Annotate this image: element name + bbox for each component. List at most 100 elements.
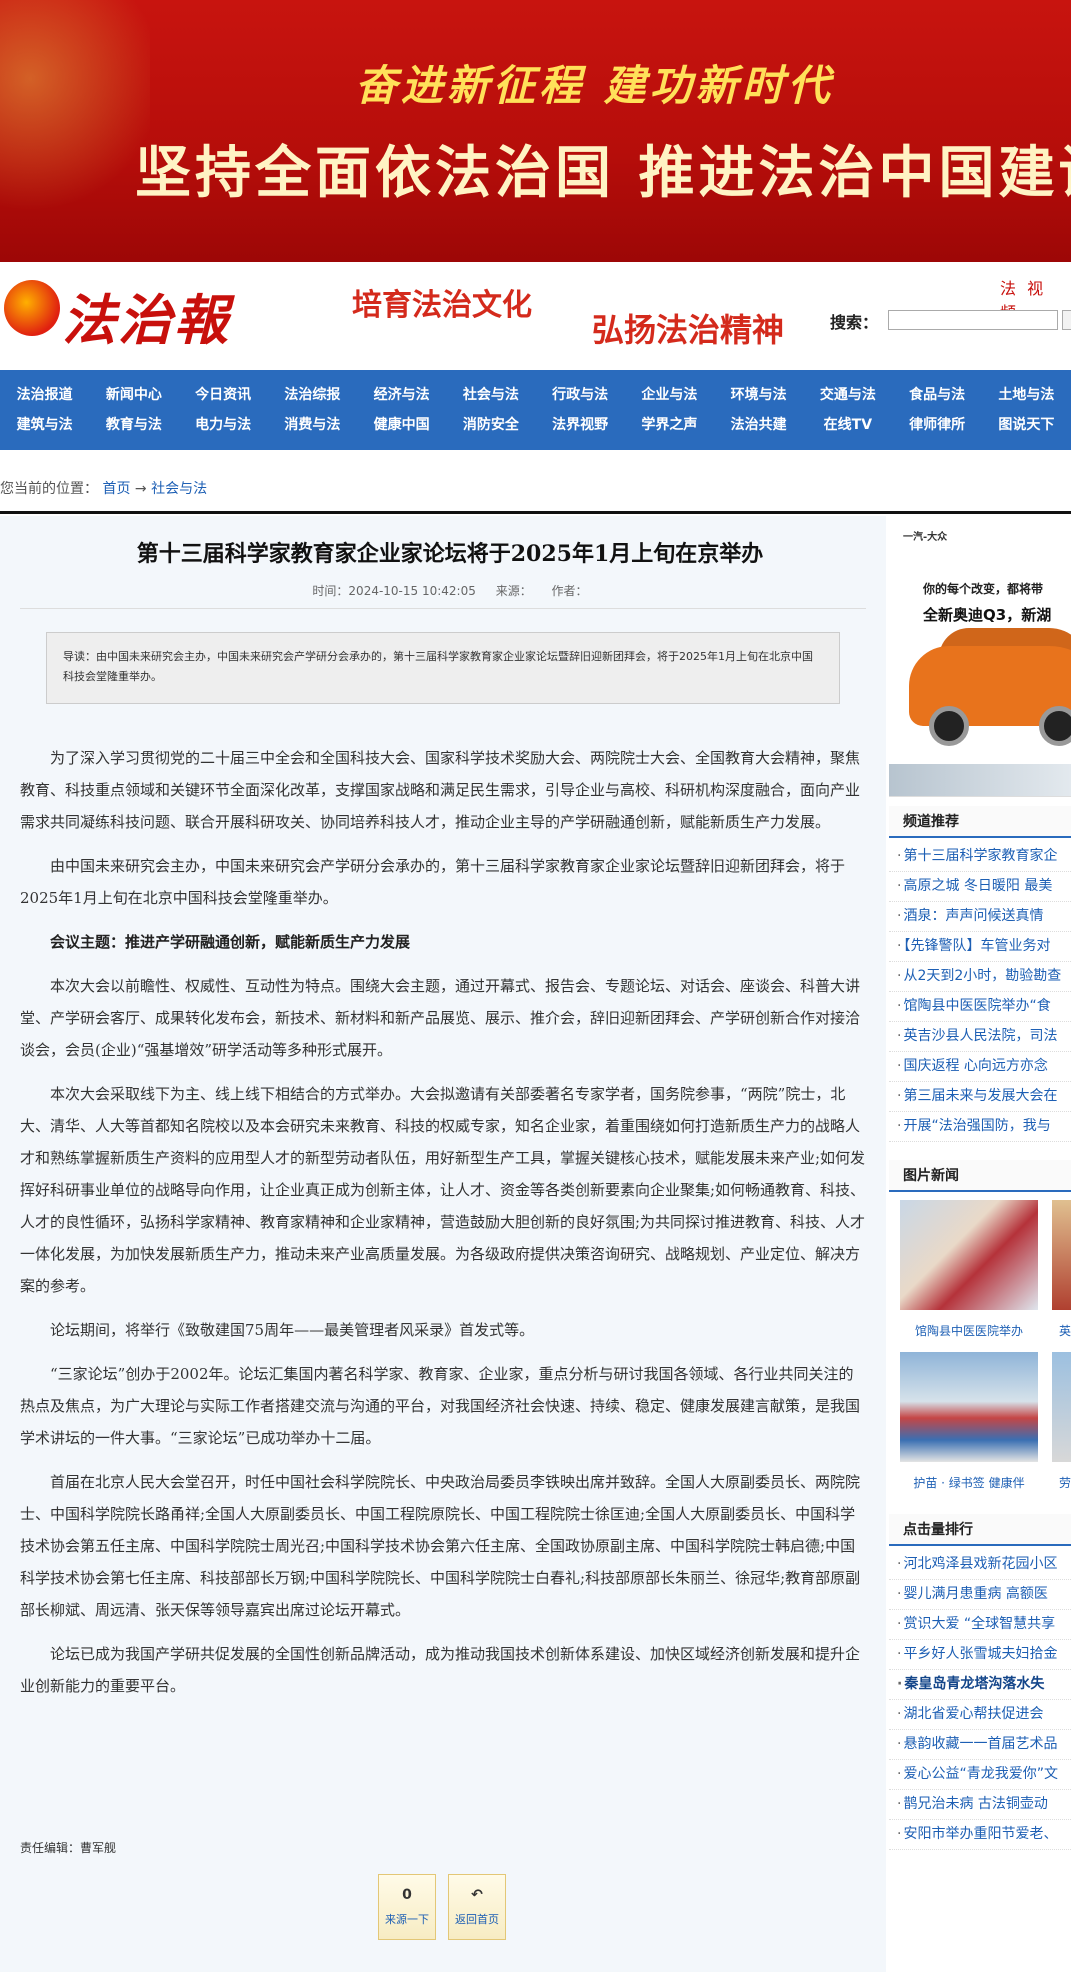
top-banner: 奋进新征程 建功新时代 坚持全面依法治国 推进法治中国建设 bbox=[0, 0, 1071, 262]
nav-item[interactable]: 行政与法 bbox=[536, 380, 625, 410]
banner-line1: 奋进新征程 建功新时代 bbox=[355, 61, 834, 110]
list-item[interactable]: 国庆返程 心向远方亦念 bbox=[889, 1052, 1071, 1082]
prev-icon: 0 bbox=[402, 1887, 412, 1903]
nav-item[interactable]: 法治综报 bbox=[268, 380, 357, 410]
header-slogan-right: 弘扬法治精神 bbox=[592, 311, 785, 349]
article-paragraph: 论坛期间，将举行《致敬建国75周年——最美管理者风采录》首发式等。 bbox=[50, 1321, 535, 1339]
banner-ornament bbox=[0, 0, 150, 262]
channel-recommend-list: 第十三届科学家教育家企 高原之城 冬日暖阳 最美 酒泉：声声问候送真情 【先锋警… bbox=[889, 842, 1071, 1142]
picture-news-caption[interactable]: 英 bbox=[1000, 1322, 1071, 1339]
article-paragraph: 论坛已成为我国产学研共促发展的全国性创新品牌活动，成为推动我国技术创新体系建设、… bbox=[20, 1645, 861, 1695]
back-home-label: 返回首页 bbox=[455, 1913, 499, 1926]
list-item[interactable]: 平乡好人张雪城夫妇拾金 bbox=[889, 1640, 1071, 1670]
nav-row-2: 建筑与法 教育与法 电力与法 消费与法 健康中国 消防安全 法界视野 学界之声 … bbox=[0, 410, 1071, 440]
article-paragraph: “三家论坛”创办于2002年。论坛汇集国内著名科学家、教育家、企业家，重点分析与… bbox=[20, 1365, 861, 1447]
sidebar-ad[interactable]: 一汽-大众 你的每个改变，都将带 全新奥迪Q3，新湖 bbox=[889, 516, 1071, 797]
nav-item[interactable]: 在线TV bbox=[803, 410, 892, 440]
nav-item[interactable]: 法治共建 bbox=[714, 410, 803, 440]
list-item[interactable]: 婴儿满月患重病 高额医 bbox=[889, 1580, 1071, 1610]
list-item[interactable]: 英吉沙县人民法院，司法 bbox=[889, 1022, 1071, 1052]
header-slogan-left: 培育法治文化 bbox=[352, 288, 532, 323]
search-input[interactable] bbox=[888, 310, 1058, 330]
article-paragraph: 本次大会采取线下为主、线上线下相结合的方式举办。大会拟邀请有关部委著名专家学者，… bbox=[20, 1085, 866, 1295]
ad-wheel-icon bbox=[929, 706, 969, 746]
list-item[interactable]: 河北鸡泽县戏新花园小区 bbox=[889, 1550, 1071, 1580]
nav-item[interactable]: 学界之声 bbox=[625, 410, 714, 440]
logo-emblem-icon bbox=[4, 280, 60, 336]
ad-text-1: 你的每个改变，都将带 bbox=[923, 582, 1044, 596]
breadcrumb-prefix: 您当前的位置： bbox=[0, 481, 98, 497]
list-item[interactable]: 秦皇岛青龙塔沟落水失 bbox=[889, 1670, 1071, 1700]
list-item[interactable]: 从2天到2小时，勘验勘查 bbox=[889, 962, 1071, 992]
channel-recommend-header: 频道推荐 bbox=[889, 806, 1071, 838]
list-item[interactable]: 安阳市举办重阳节爱老、 bbox=[889, 1820, 1071, 1850]
nav-item[interactable]: 法治报道 bbox=[0, 380, 89, 410]
picture-news-header: 图片新闻 bbox=[889, 1160, 1071, 1192]
nav-item[interactable]: 消费与法 bbox=[268, 410, 357, 440]
picture-news-thumbnail[interactable] bbox=[900, 1200, 1038, 1310]
article-editor: 责任编辑：曹军舰 bbox=[20, 1841, 117, 1855]
search-label: 搜索： bbox=[830, 313, 879, 332]
ad-wheel-icon bbox=[1039, 706, 1071, 746]
article-time: 时间：2024-10-15 10:42:05 bbox=[312, 584, 476, 598]
list-item[interactable]: 悬韵收藏一一首届艺术品 bbox=[889, 1730, 1071, 1760]
nav-item[interactable]: 律师律所 bbox=[893, 410, 982, 440]
nav-row-1: 法治报道 新闻中心 今日资讯 法治综报 经济与法 社会与法 行政与法 企业与法 … bbox=[0, 380, 1071, 410]
list-item[interactable]: 第十三届科学家教育家企 bbox=[889, 842, 1071, 872]
article-summary: 导读：由中国未来研究会主办，中国未来研究会产学研分会承办的，第十三届科学家教育家… bbox=[46, 632, 840, 704]
top-clicks-list: 河北鸡泽县戏新花园小区 婴儿满月患重病 高额医 赏识大爱 “全球智慧共享 平乡好… bbox=[889, 1550, 1071, 1850]
article-author: 作者： bbox=[551, 584, 588, 598]
nav-item[interactable]: 食品与法 bbox=[893, 380, 982, 410]
prev-page-button[interactable]: 0 来源一下 bbox=[378, 1874, 436, 1940]
picture-news-thumbnail[interactable] bbox=[900, 1352, 1038, 1462]
list-item[interactable]: 爱心公益“青龙我爱你”文 bbox=[889, 1760, 1071, 1790]
list-item[interactable]: 酒泉：声声问候送真情 bbox=[889, 902, 1071, 932]
picture-news-thumbnail[interactable] bbox=[1052, 1352, 1071, 1462]
nav-item[interactable]: 消防安全 bbox=[446, 410, 535, 440]
picture-news-caption[interactable]: 劳 bbox=[1000, 1474, 1071, 1491]
list-item[interactable]: 馆陶县中医医院举办“食 bbox=[889, 992, 1071, 1022]
article-theme: 会议主题：推进产学研融通创新，赋能新质生产力发展 bbox=[50, 933, 411, 951]
article-title: 第十三届科学家教育家企业家论坛将于2025年1月上旬在京举办 bbox=[136, 541, 764, 567]
breadcrumb-home-link[interactable]: 首页 bbox=[102, 481, 130, 497]
nav-item[interactable]: 经济与法 bbox=[357, 380, 446, 410]
banner-line2: 坚持全面依法治国 推进法治中国建设 bbox=[135, 140, 1071, 206]
nav-item[interactable]: 交通与法 bbox=[803, 380, 892, 410]
list-item[interactable]: 第三届未来与发展大会在 bbox=[889, 1082, 1071, 1112]
list-item[interactable]: 开展“法治强国防，我与 bbox=[889, 1112, 1071, 1142]
main-nav: 法治报道 新闻中心 今日资讯 法治综报 经济与法 社会与法 行政与法 企业与法 … bbox=[0, 370, 1071, 450]
ad-text-2: 全新奥迪Q3，新湖 bbox=[923, 606, 1052, 624]
nav-item[interactable]: 教育与法 bbox=[89, 410, 178, 440]
site-logo[interactable]: 法治報道 bbox=[4, 272, 276, 431]
nav-item[interactable]: 健康中国 bbox=[357, 410, 446, 440]
nav-item[interactable]: 法界视野 bbox=[536, 410, 625, 440]
top-clicks-header: 点击量排行 bbox=[889, 1514, 1071, 1546]
content-divider bbox=[0, 511, 1071, 514]
search-button[interactable] bbox=[1062, 310, 1071, 330]
nav-item[interactable]: 图说天下 bbox=[982, 410, 1071, 440]
list-item[interactable]: 鹊兄治未病 古法铜壶动 bbox=[889, 1790, 1071, 1820]
nav-item[interactable]: 今日资讯 bbox=[179, 380, 268, 410]
back-home-button[interactable]: ↶ 返回首页 bbox=[448, 1874, 506, 1940]
article-paragraph: 为了深入学习贯彻党的二十届三中全会和全国科技大会、国家科学技术奖励大会、两院院士… bbox=[20, 749, 861, 831]
article-source: 来源： bbox=[495, 584, 532, 598]
article-paragraph: 首届在北京人民大会堂召开，时任中国社会科学院院长、中央政治局委员李铁映出席并致辞… bbox=[20, 1473, 861, 1619]
prev-label: 来源一下 bbox=[385, 1913, 429, 1926]
nav-item[interactable]: 土地与法 bbox=[982, 380, 1071, 410]
nav-item[interactable]: 建筑与法 bbox=[0, 410, 89, 440]
list-item[interactable]: 赏识大爱 “全球智慧共享 bbox=[889, 1610, 1071, 1640]
list-item[interactable]: 【先锋警队】车管业务对 bbox=[889, 932, 1071, 962]
ad-brand: 一汽-大众 bbox=[903, 532, 948, 543]
picture-news-thumbnail[interactable] bbox=[1052, 1200, 1071, 1310]
list-item[interactable]: 湖北省爱心帮扶促进会 bbox=[889, 1700, 1071, 1730]
article-meta: 时间：2024-10-15 10:42:05 来源： 作者： bbox=[20, 582, 880, 599]
nav-item[interactable]: 环境与法 bbox=[714, 380, 803, 410]
nav-item[interactable]: 企业与法 bbox=[625, 380, 714, 410]
nav-item[interactable]: 新闻中心 bbox=[89, 380, 178, 410]
nav-item[interactable]: 电力与法 bbox=[179, 410, 268, 440]
article-paragraph: 由中国未来研究会主办，中国未来研究会产学研分会承办的，第十三届科学家教育家企业家… bbox=[20, 857, 846, 907]
breadcrumb-current-link[interactable]: 社会与法 bbox=[151, 481, 207, 497]
list-item[interactable]: 高原之城 冬日暖阳 最美 bbox=[889, 872, 1071, 902]
article-paragraph: 本次大会以前瞻性、权威性、互动性为特点。围绕大会主题，通过开幕式、报告会、专题论… bbox=[20, 977, 861, 1059]
nav-item[interactable]: 社会与法 bbox=[446, 380, 535, 410]
